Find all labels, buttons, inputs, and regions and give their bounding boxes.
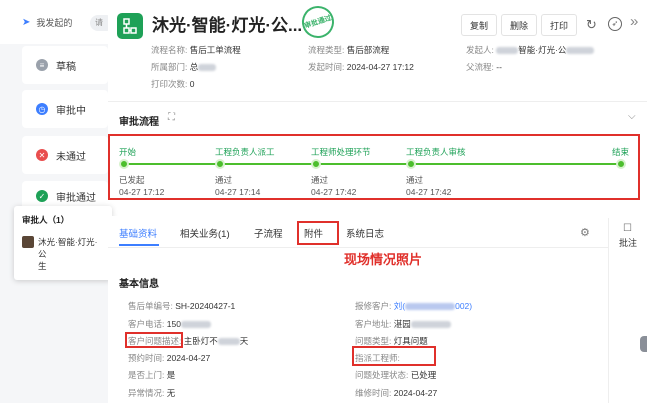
- tab-system-log[interactable]: 系统日志: [346, 226, 384, 240]
- field-start-time: 发起时间: 2024-04-27 17:12: [308, 62, 414, 72]
- step-label: 工程负责人审核: [406, 147, 466, 157]
- cross-icon: ✕: [36, 149, 48, 161]
- draft-icon: ≡: [36, 59, 48, 71]
- step-dot: [616, 159, 626, 169]
- info-onsite: 是否上门: 是: [128, 370, 176, 380]
- sidebar-item-label: 审批中: [56, 105, 86, 117]
- info-appointment: 预约时间: 2024-04-27: [128, 353, 211, 363]
- tab-attachments[interactable]: 附件: [304, 226, 323, 240]
- sidebar-item-label: 草稿: [56, 61, 76, 73]
- sidebar-item-rejected[interactable]: ✕ 未通过: [22, 136, 108, 174]
- info-repair-time: 维修时间: 2024-04-27: [355, 388, 438, 398]
- approver-name: 沐光·智能·灯光·公生: [38, 237, 98, 271]
- info-title: 基本信息: [119, 279, 159, 290]
- step-dot: [406, 159, 416, 169]
- flow-track: [124, 163, 622, 165]
- tab-subprocess[interactable]: 子流程: [254, 226, 283, 240]
- copy-button[interactable]: 复制: [461, 14, 497, 36]
- info-customer: 报修客户: 刘(002): [355, 301, 473, 311]
- field-print-count: 打印次数: 0: [151, 79, 195, 89]
- refresh-icon[interactable]: ↻: [586, 17, 597, 33]
- field-process-type: 流程类型: 售后部流程: [308, 45, 390, 55]
- comment-label[interactable]: 批注: [619, 236, 637, 249]
- step-status: 通过 04-27 17:14: [215, 175, 261, 197]
- info-exception: 异常情况: 无: [128, 388, 176, 398]
- annotation-photo: 现场情况照片: [344, 252, 423, 267]
- clock-icon: ◷: [36, 103, 48, 115]
- step-dot: [215, 159, 225, 169]
- divider: [108, 101, 647, 102]
- send-icon: ➤: [22, 16, 31, 28]
- settings-gear-icon[interactable]: ⚙: [580, 226, 590, 239]
- sidebar-item-draft[interactable]: ≡ 草稿: [22, 46, 108, 84]
- flow-title: 审批流程: [119, 117, 159, 128]
- step-status: 通过 04-27 17:42: [311, 175, 357, 197]
- nav-label: 我发起的: [36, 17, 73, 28]
- workflow-app-icon: [117, 13, 143, 39]
- step-dot: [311, 159, 321, 169]
- field-process-name: 流程名称: 售后工单流程: [151, 45, 241, 55]
- step-label: 工程师处理环节: [311, 147, 371, 157]
- avatar: [22, 236, 34, 248]
- step-label: 开始: [119, 147, 137, 157]
- check-icon: ✓: [36, 190, 48, 202]
- approver-popup: 审批人（1） 沐光·智能·灯光·公生: [14, 206, 112, 280]
- step-status: 已发起 04-27 17:12: [119, 175, 165, 197]
- sidebar-item-label: 未通过: [56, 151, 86, 163]
- info-description: 客户问题描述: 主卧灯不天: [128, 336, 249, 346]
- field-initiator: 发起人: 智能·灯光·公: [466, 44, 595, 56]
- more-icon[interactable]: »: [630, 13, 638, 30]
- step-label: 工程负责人派工: [215, 147, 275, 157]
- delete-button[interactable]: 删除: [501, 14, 537, 36]
- info-phone: 客户电话: 150: [128, 318, 211, 330]
- tab-related[interactable]: 相关业务(1): [180, 226, 230, 240]
- step-status: 通过 04-27 17:42: [406, 175, 452, 197]
- info-engineer: 指派工程师:: [355, 353, 400, 363]
- chevron-down-icon[interactable]: ⌵: [628, 111, 636, 122]
- collapse-handle[interactable]: [640, 336, 647, 352]
- flow-highlight-box: [108, 134, 640, 200]
- comment-icon[interactable]: ☐: [623, 223, 632, 234]
- divider: [108, 247, 608, 248]
- field-department: 所属部门: 总: [151, 61, 217, 73]
- info-status: 问题处理状态: 已处理: [355, 370, 437, 380]
- step-dot: [119, 159, 129, 169]
- page-title: 沐光·智能·灯光·公...: [152, 16, 303, 35]
- print-button[interactable]: 打印: [541, 14, 577, 36]
- field-parent-process: 父流程: --: [466, 62, 502, 72]
- flow-chart-icon[interactable]: ⛶: [168, 112, 175, 123]
- step-label: 结束: [612, 147, 630, 157]
- info-address: 客户地址: 湛园: [355, 318, 451, 330]
- info-order-no: 售后单编号: SH-20240427-1: [128, 301, 236, 311]
- approver-title: 审批人（1）: [22, 215, 70, 225]
- tab-underline: [119, 244, 159, 246]
- compass-icon[interactable]: ➶: [608, 17, 622, 31]
- tab-basic[interactable]: 基础资料: [119, 226, 157, 240]
- sidebar-item-label: 审批通过: [56, 192, 96, 204]
- sidebar-item-in-review[interactable]: ◷ 审批中: [22, 90, 108, 128]
